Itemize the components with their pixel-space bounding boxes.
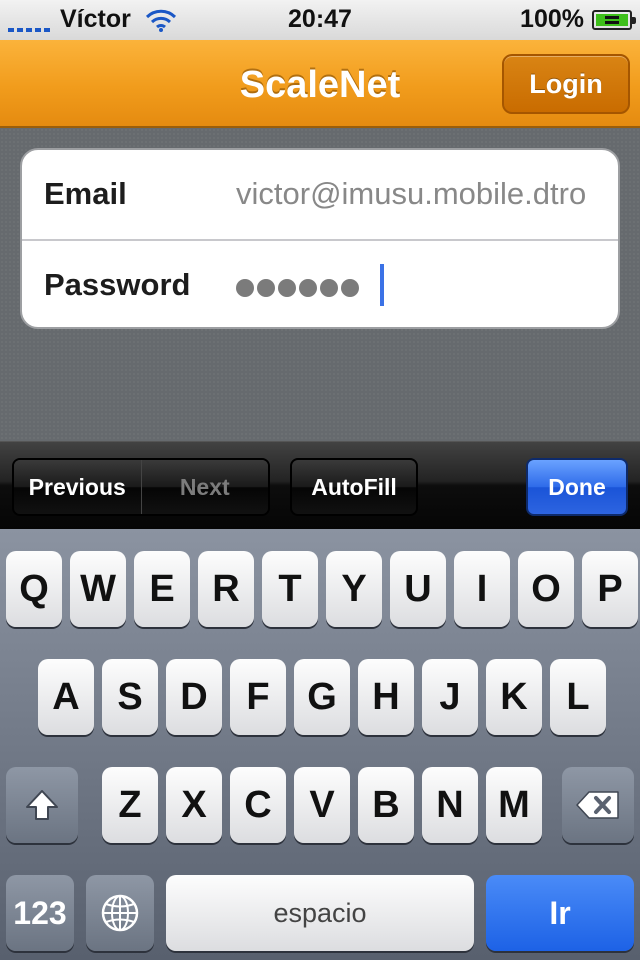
navigation-bar: ScaleNet Login (0, 40, 640, 128)
text-cursor (380, 264, 384, 306)
globe-icon (101, 894, 139, 932)
email-row: Email victor@imusu.mobile.dtro (22, 150, 618, 239)
next-button[interactable]: Next (140, 460, 268, 514)
key-z[interactable]: Z (102, 767, 158, 843)
battery-charging-icon (592, 9, 636, 30)
key-o[interactable]: O (518, 551, 574, 627)
key-e[interactable]: E (134, 551, 190, 627)
delete-key[interactable] (562, 767, 634, 843)
autofill-button[interactable]: AutoFill (290, 458, 418, 516)
key-p[interactable]: P (582, 551, 638, 627)
login-button[interactable]: Login (502, 54, 630, 114)
battery-percent: 100% (520, 5, 584, 33)
key-j[interactable]: J (422, 659, 478, 735)
key-f[interactable]: F (230, 659, 286, 735)
key-u[interactable]: U (390, 551, 446, 627)
shift-icon (26, 790, 58, 820)
password-row: Password (22, 239, 618, 327)
prev-next-segment: Previous Next (12, 458, 270, 516)
key-v[interactable]: V (294, 767, 350, 843)
content-area: Email victor@imusu.mobile.dtro Password (0, 128, 640, 441)
key-t[interactable]: T (262, 551, 318, 627)
globe-key[interactable] (86, 875, 154, 951)
key-n[interactable]: N (422, 767, 478, 843)
email-field[interactable]: victor@imusu.mobile.dtro (236, 176, 586, 212)
keyboard: Q W E R T Y U I O P A S D F G H J K L Z … (0, 529, 640, 960)
keyboard-toolbar: Previous Next AutoFill Done (0, 441, 640, 529)
battery-group: 100% (520, 5, 636, 34)
backspace-icon (576, 791, 619, 819)
key-w[interactable]: W (70, 551, 126, 627)
key-y[interactable]: Y (326, 551, 382, 627)
key-m[interactable]: M (486, 767, 542, 843)
password-field[interactable] (236, 271, 359, 297)
key-l[interactable]: L (550, 659, 606, 735)
key-b[interactable]: B (358, 767, 414, 843)
shift-key[interactable] (6, 767, 78, 843)
status-bar: Víctor 20:47 100% (0, 0, 640, 40)
done-button[interactable]: Done (526, 458, 628, 516)
key-r[interactable]: R (198, 551, 254, 627)
key-i[interactable]: I (454, 551, 510, 627)
previous-button[interactable]: Previous (14, 460, 141, 514)
key-g[interactable]: G (294, 659, 350, 735)
key-x[interactable]: X (166, 767, 222, 843)
key-d[interactable]: D (166, 659, 222, 735)
password-label: Password (44, 267, 191, 302)
email-label: Email (44, 176, 127, 211)
key-q[interactable]: Q (6, 551, 62, 627)
numbers-key[interactable]: 123 (6, 875, 74, 951)
key-c[interactable]: C (230, 767, 286, 843)
go-key[interactable]: Ir (486, 875, 634, 951)
key-a[interactable]: A (38, 659, 94, 735)
key-h[interactable]: H (358, 659, 414, 735)
space-key[interactable]: espacio (166, 875, 474, 951)
key-s[interactable]: S (102, 659, 158, 735)
key-k[interactable]: K (486, 659, 542, 735)
login-form: Email victor@imusu.mobile.dtro Password (20, 148, 620, 329)
